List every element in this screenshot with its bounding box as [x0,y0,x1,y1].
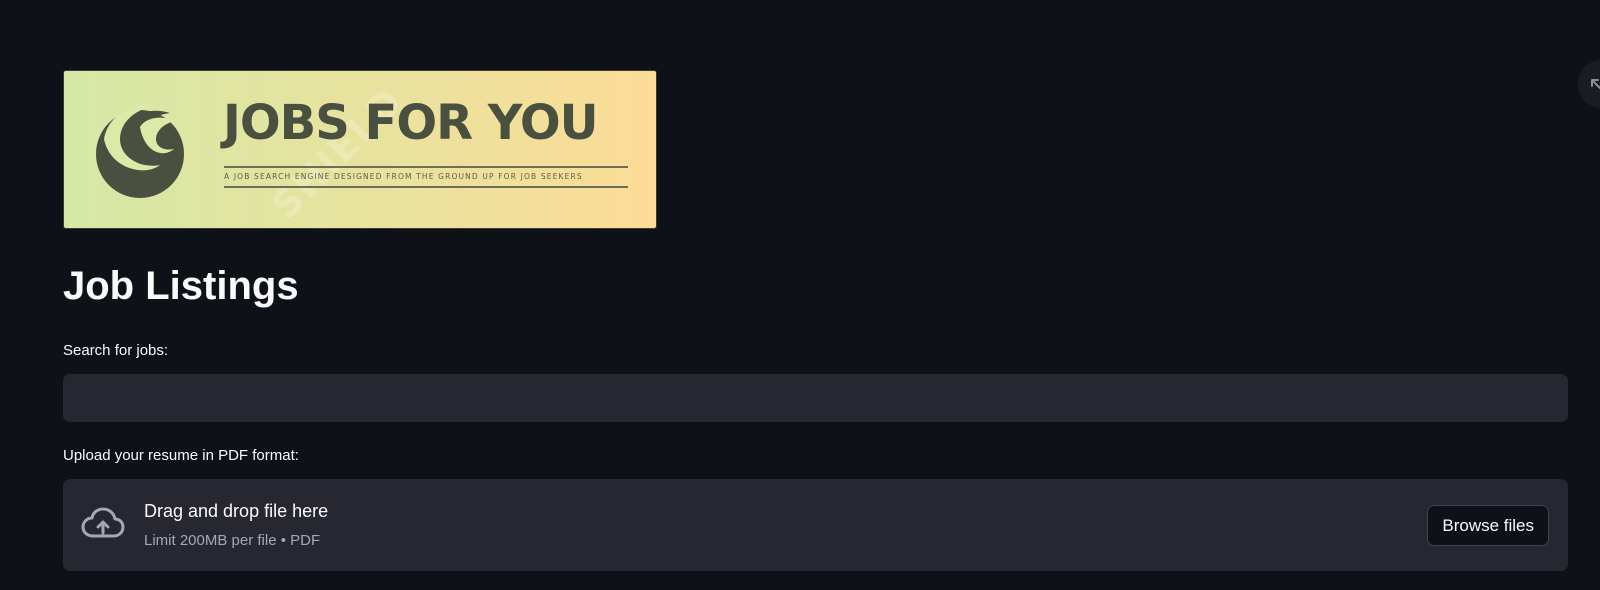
dropzone-title: Drag and drop file here [144,501,329,521]
collapse-button[interactable] [1578,60,1600,108]
dropzone-limit-text: Limit 200MB per file • PDF [144,532,321,549]
banner-divider-bottom [224,186,628,188]
cloud-upload-icon [81,507,125,538]
page-title: Job Listings [63,264,299,308]
banner-divider-top [224,166,628,168]
search-input[interactable] [63,374,1568,422]
upload-label: Upload your resume in PDF format: [63,447,299,464]
dropzone-text: Drag and drop file here Limit 200MB per … [144,501,328,549]
file-dropzone[interactable]: Drag and drop file here Limit 200MB per … [63,479,1568,571]
banner-wordmark: JOBS FOR YOU [223,95,599,151]
banner-tagline: A JOB SEARCH ENGINE DESIGNED FROM THE GR… [224,172,583,181]
collapse-arrow-icon [1591,79,1600,89]
jobs-for-you-banner: SHIELD JOBS FOR YOU A JOB SEARCH ENGINE … [63,70,657,229]
search-label: Search for jobs: [63,342,169,359]
browse-files-button[interactable]: Browse files [1427,505,1549,546]
crescent-logo-icon [96,104,184,198]
app-root: SHIELD JOBS FOR YOU A JOB SEARCH ENGINE … [0,0,1600,590]
